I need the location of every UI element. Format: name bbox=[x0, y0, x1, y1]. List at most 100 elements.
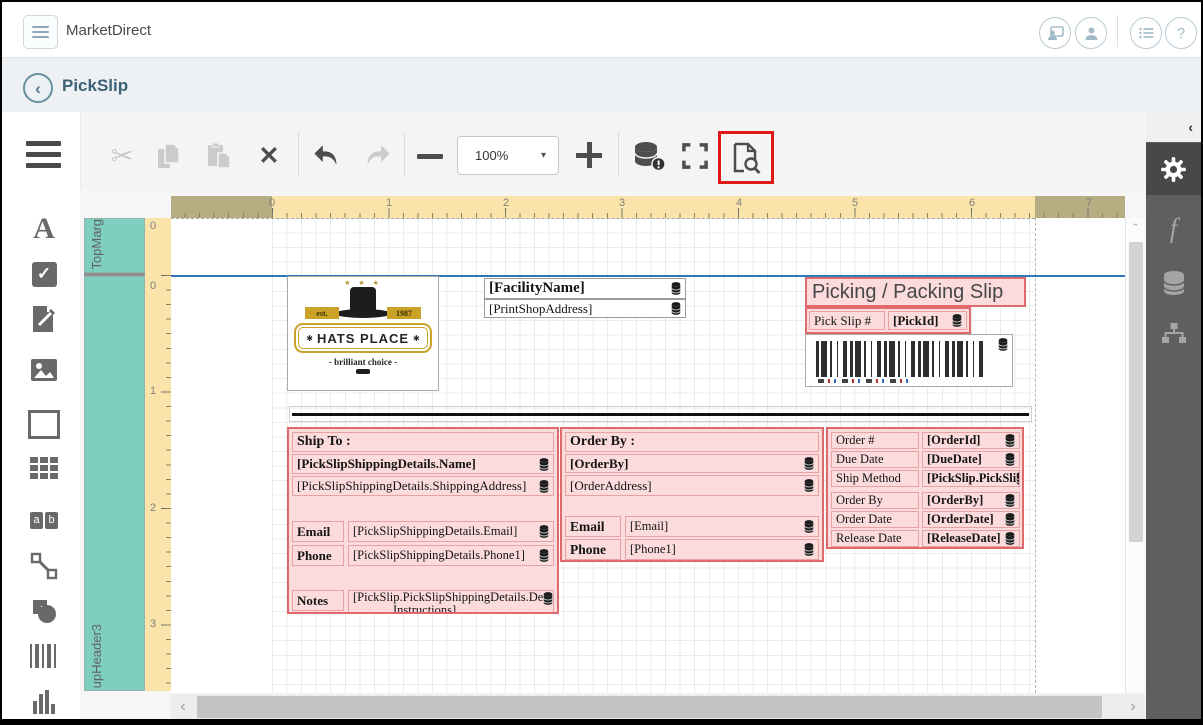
delete-button[interactable]: ✕ bbox=[252, 140, 286, 172]
line-element[interactable] bbox=[289, 406, 1032, 422]
print-shop-address-field[interactable]: [PrintShopAddress] bbox=[484, 299, 686, 318]
order-info-block[interactable]: Order # [OrderId] Due Date [DueDate] Shi… bbox=[826, 427, 1024, 549]
table-tool[interactable] bbox=[28, 452, 60, 484]
chart-tool[interactable] bbox=[28, 686, 60, 718]
toolbar-menu-button[interactable] bbox=[26, 141, 61, 168]
paste-icon bbox=[206, 142, 232, 170]
ship-to-address-field[interactable]: [PickSlipShippingDetails.ShippingAddress… bbox=[292, 476, 554, 496]
redo-button[interactable] bbox=[358, 140, 396, 172]
redo-icon bbox=[362, 144, 392, 168]
undo-button[interactable] bbox=[308, 140, 346, 172]
ship-to-phone-field[interactable]: [PickSlipShippingDetails.Phone1] bbox=[348, 545, 554, 566]
database-field-icon bbox=[671, 282, 681, 295]
text-tool[interactable]: A bbox=[28, 213, 60, 245]
image-tool[interactable] bbox=[28, 354, 60, 386]
database-field-icon bbox=[998, 338, 1008, 351]
database-field-icon bbox=[671, 302, 681, 315]
order-email-field[interactable]: [Email] bbox=[625, 516, 819, 537]
app-menu-button[interactable] bbox=[23, 15, 58, 49]
order-by-name-field[interactable]: [OrderBy] bbox=[565, 454, 819, 473]
shape-tool[interactable] bbox=[28, 595, 60, 627]
vertical-scroll-thumb[interactable] bbox=[1129, 242, 1143, 542]
database-field-icon bbox=[539, 549, 549, 562]
scroll-left-button[interactable]: ‹ bbox=[171, 694, 195, 720]
app-title: MarketDirect bbox=[66, 22, 151, 39]
database-field-icon bbox=[1005, 513, 1015, 526]
cut-button[interactable]: ✂ bbox=[105, 140, 139, 172]
checkbox-tool[interactable]: ✓ bbox=[28, 258, 60, 290]
zoom-level-select[interactable]: 100% ▾ bbox=[457, 136, 559, 175]
rectangle-tool[interactable] bbox=[28, 408, 60, 440]
logo-element[interactable]: ★ ★ ★ est. 1987 ✱ HATS PLACE ✱ - brillia… bbox=[287, 276, 439, 391]
user-icon bbox=[1084, 26, 1099, 41]
function-icon: f bbox=[1170, 213, 1178, 244]
ship-to-phone-label: Phone bbox=[292, 545, 344, 566]
line-icon bbox=[30, 552, 58, 580]
presenter-icon bbox=[1047, 26, 1064, 41]
label-tool[interactable]: ab bbox=[28, 504, 60, 536]
order-info-value[interactable]: [PickSlip.PickSli bbox=[922, 470, 1020, 487]
tab-functions[interactable]: f bbox=[1146, 202, 1201, 254]
chevron-down-icon: ▾ bbox=[541, 150, 546, 161]
notes-field[interactable]: [PickSlip.PickSlipShippingDetails.De Ins… bbox=[348, 590, 554, 614]
tab-data-source[interactable] bbox=[1146, 257, 1201, 309]
print-preview-button[interactable] bbox=[726, 139, 766, 176]
band-top-margin[interactable]: TopMarg bbox=[84, 218, 145, 273]
ship-to-email-field[interactable]: [PickSlipShippingDetails.Email] bbox=[348, 521, 554, 542]
help-button[interactable]: ? bbox=[1165, 17, 1197, 49]
horizontal-ruler: 0 1 2 3 4 5 6 7 bbox=[171, 196, 1125, 218]
hierarchy-icon bbox=[1161, 322, 1187, 346]
database-field-icon bbox=[539, 480, 549, 493]
order-by-block[interactable]: Order By : [OrderBy] [OrderAddress] Emai… bbox=[560, 427, 824, 562]
zoom-out-button[interactable] bbox=[414, 140, 446, 172]
ship-to-heading: Ship To : bbox=[292, 432, 554, 452]
horizontal-scroll-thumb[interactable] bbox=[197, 696, 1102, 718]
document-search-icon bbox=[731, 142, 761, 174]
collapse-panel-button[interactable]: ‹ bbox=[1188, 119, 1193, 135]
facility-name-field[interactable]: [FacilityName] bbox=[484, 278, 686, 299]
table-icon bbox=[30, 457, 58, 479]
order-info-value[interactable]: [OrderDate] bbox=[922, 511, 1020, 528]
top-app-bar bbox=[2, 2, 1201, 58]
back-button[interactable]: ‹ bbox=[23, 73, 53, 103]
order-info-value[interactable]: [ReleaseDate] bbox=[922, 530, 1020, 547]
scroll-right-button[interactable]: › bbox=[1121, 694, 1145, 720]
order-info-label: Release Date bbox=[831, 530, 919, 547]
tab-properties[interactable] bbox=[1146, 143, 1201, 195]
order-info-value[interactable]: [DueDate] bbox=[922, 451, 1020, 468]
ship-to-block[interactable]: Ship To : [PickSlipShippingDetails.Name]… bbox=[287, 427, 559, 614]
rich-text-tool[interactable] bbox=[28, 303, 60, 335]
order-info-value[interactable]: [OrderBy] bbox=[922, 492, 1020, 509]
zoom-in-button[interactable] bbox=[572, 138, 606, 172]
paste-button[interactable] bbox=[202, 140, 236, 172]
fullscreen-button[interactable] bbox=[678, 140, 712, 172]
horizontal-scrollbar[interactable]: ‹ › bbox=[171, 694, 1145, 720]
ship-to-name-field[interactable]: [PickSlipShippingDetails.Name] bbox=[292, 454, 554, 474]
help-icon: ? bbox=[1177, 25, 1185, 42]
order-info-value[interactable]: [OrderId] bbox=[922, 432, 1020, 449]
vertical-ruler: 0 0 1 2 3 bbox=[145, 218, 171, 691]
slip-title-element[interactable]: Picking / Packing Slip bbox=[805, 277, 1026, 307]
back-icon: ‹ bbox=[35, 80, 41, 97]
barcode-element[interactable] bbox=[805, 334, 1013, 387]
feedback-button[interactable] bbox=[1039, 17, 1071, 49]
order-address-field[interactable]: [OrderAddress] bbox=[565, 475, 819, 496]
band-group-header[interactable]: upHeader3 bbox=[84, 276, 145, 691]
scroll-up-button[interactable]: ˆ bbox=[1126, 218, 1145, 238]
barcode-tool[interactable] bbox=[28, 640, 60, 672]
database-field-icon bbox=[804, 543, 814, 556]
order-phone-field[interactable]: [Phone1] bbox=[625, 539, 819, 560]
line-tool[interactable] bbox=[28, 550, 60, 582]
pick-slip-number-element[interactable]: Pick Slip # [PickId] bbox=[805, 307, 971, 334]
order-info-label: Order # bbox=[831, 432, 919, 449]
gear-icon bbox=[1160, 156, 1187, 183]
database-field-icon bbox=[952, 314, 962, 327]
task-list-button[interactable] bbox=[1130, 17, 1162, 49]
vertical-scrollbar[interactable]: ˆ bbox=[1125, 218, 1145, 693]
data-validation-button[interactable] bbox=[629, 138, 669, 174]
logo-stars: ★ ★ ★ bbox=[288, 279, 438, 287]
tab-hierarchy[interactable] bbox=[1146, 308, 1201, 360]
copy-button[interactable] bbox=[152, 140, 186, 172]
database-field-icon bbox=[804, 479, 814, 492]
user-account-button[interactable] bbox=[1075, 17, 1107, 49]
